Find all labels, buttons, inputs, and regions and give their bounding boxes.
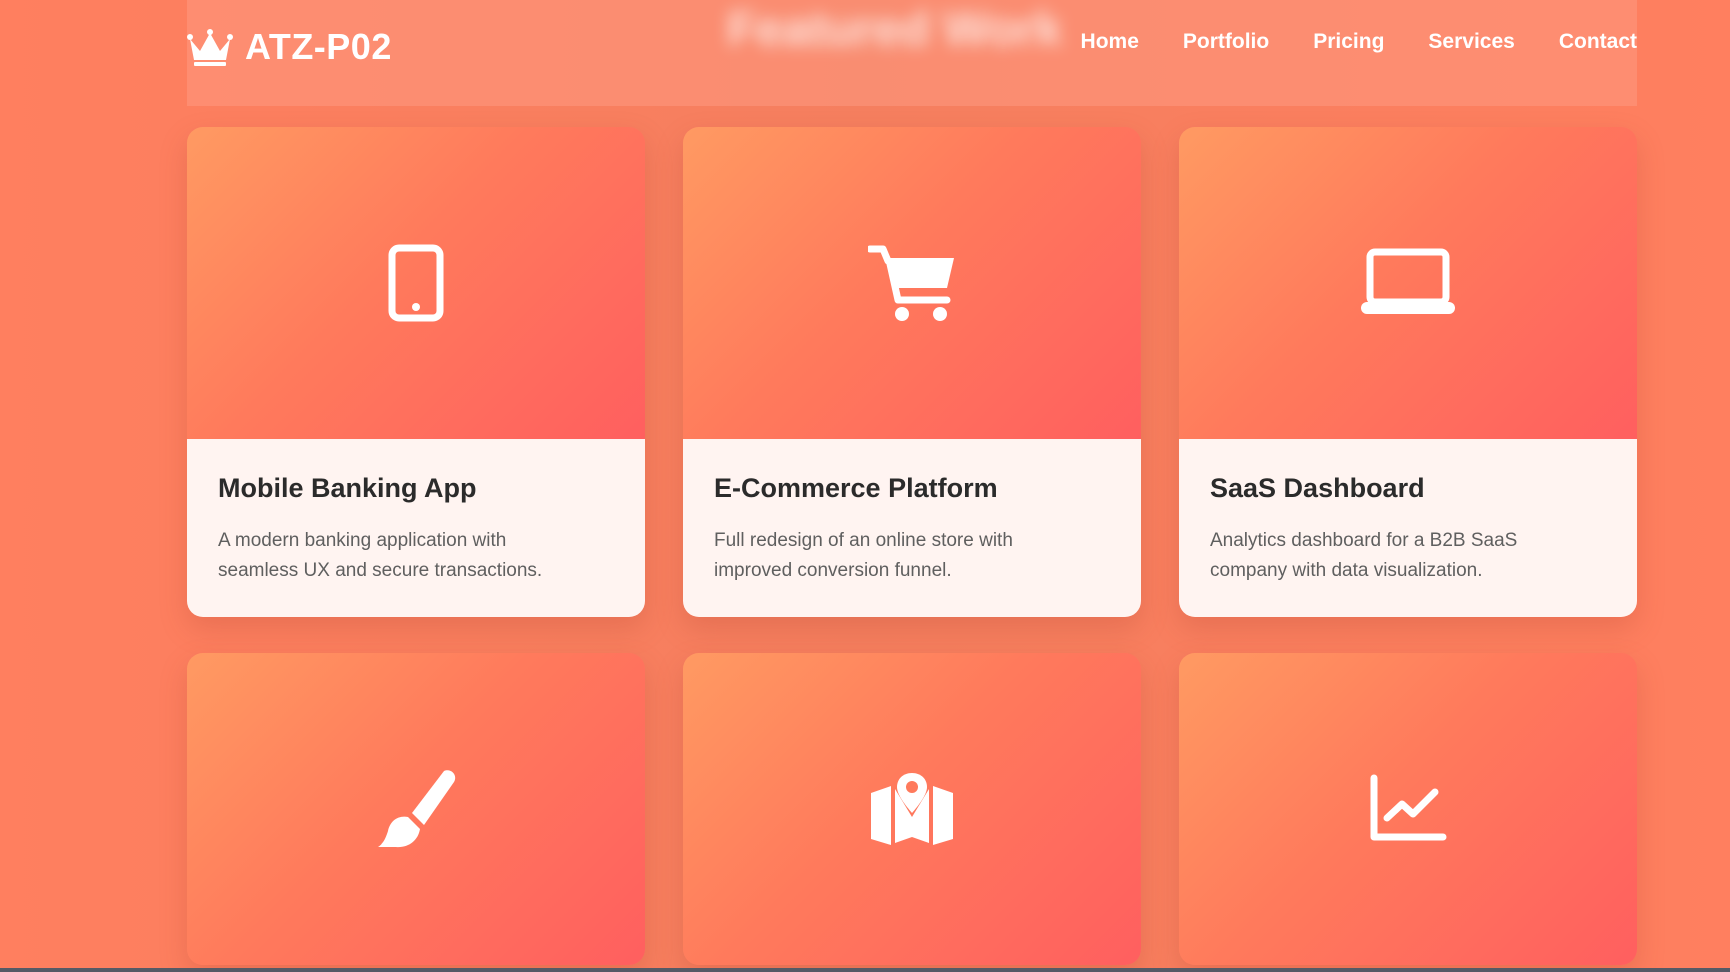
card-visual (187, 653, 645, 965)
shopping-cart-icon (868, 245, 954, 321)
nav-home[interactable]: Home (1081, 30, 1139, 54)
card-description-line: company with data visualization. (1210, 560, 1483, 581)
nav-contact[interactable]: Contact (1559, 30, 1637, 54)
laptop-icon (1361, 248, 1455, 314)
portfolio-card-brand-design[interactable] (187, 653, 645, 965)
card-description: Analytics dashboard for a B2B SaaS compa… (1210, 526, 1606, 586)
card-title: SaaS Dashboard (1210, 473, 1425, 503)
card-description: Full redesign of an online store with im… (714, 526, 1110, 586)
card-title: E-Commerce Platform (714, 473, 998, 503)
crown-icon (187, 29, 233, 66)
card-visual (187, 127, 645, 439)
mobile-phone-icon (388, 244, 444, 322)
nav-services[interactable]: Services (1428, 30, 1514, 54)
card-description-line: A modern banking application with (218, 530, 507, 551)
site-header: ATZ-P02 Featured Work Home Portfolio Pri… (187, 0, 1637, 106)
card-description: A modern banking application with seamle… (218, 526, 614, 586)
card-body: E-Commerce Platform Full redesign of an … (683, 439, 1141, 617)
paintbrush-icon (378, 770, 456, 848)
bottom-edge-bar (0, 968, 1730, 972)
card-visual (1179, 653, 1637, 965)
card-title: Mobile Banking App (218, 473, 477, 503)
map-location-icon (871, 773, 953, 845)
brand-name: ATZ-P02 (245, 26, 392, 67)
card-description-line: Analytics dashboard for a B2B SaaS (1210, 530, 1518, 551)
main-nav: Home Portfolio Pricing Services Contact (1081, 30, 1637, 54)
line-chart-icon (1370, 774, 1447, 841)
card-visual (683, 653, 1141, 965)
card-description-line: Full redesign of an online store with (714, 530, 1013, 551)
card-description-line: seamless UX and secure transactions. (218, 560, 543, 581)
portfolio-card-saas-dashboard[interactable]: SaaS Dashboard Analytics dashboard for a… (1179, 127, 1637, 617)
card-description-line: improved conversion funnel. (714, 560, 952, 581)
brand-logo[interactable]: ATZ-P02 (187, 22, 392, 72)
nav-portfolio[interactable]: Portfolio (1183, 30, 1269, 54)
portfolio-card-map[interactable] (683, 653, 1141, 965)
portfolio-card-ecommerce[interactable]: E-Commerce Platform Full redesign of an … (683, 127, 1141, 617)
card-visual (1179, 127, 1637, 439)
card-body: SaaS Dashboard Analytics dashboard for a… (1179, 439, 1637, 617)
portfolio-card-mobile-banking[interactable]: Mobile Banking App A modern banking appl… (187, 127, 645, 617)
card-visual (683, 127, 1141, 439)
portfolio-card-analytics[interactable] (1179, 653, 1637, 965)
card-body: Mobile Banking App A modern banking appl… (187, 439, 645, 617)
blurred-section-title: Featured Work (727, 3, 1063, 56)
nav-pricing[interactable]: Pricing (1313, 30, 1384, 54)
